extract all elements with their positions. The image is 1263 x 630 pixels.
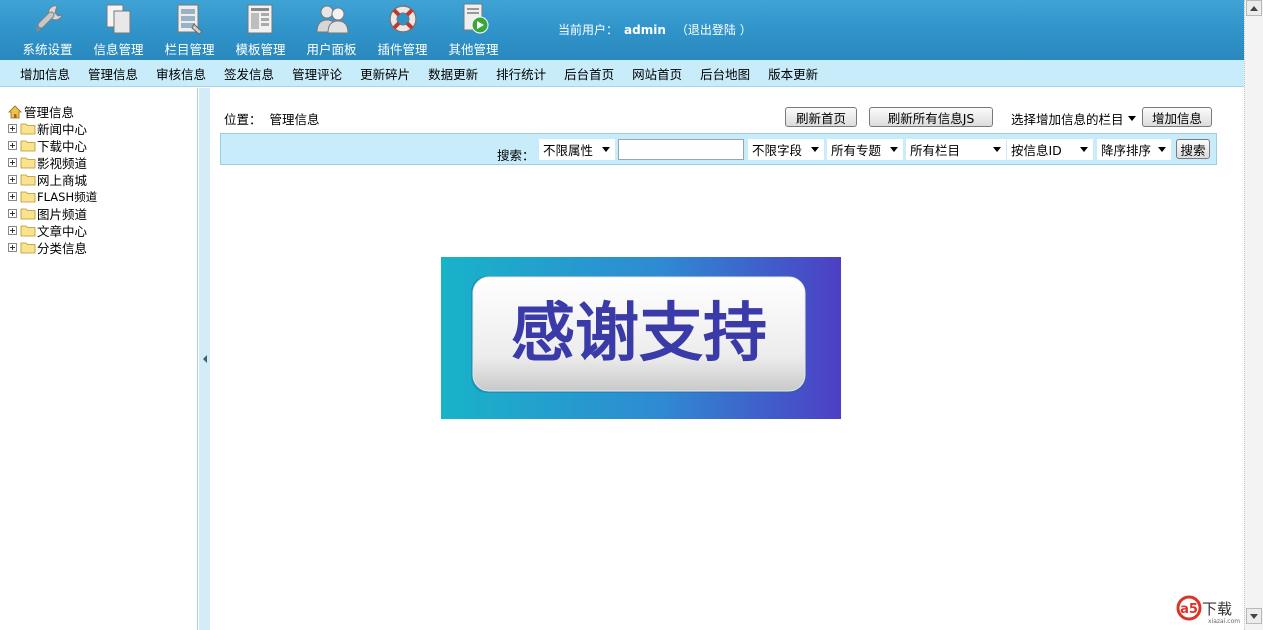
submenu-sign-info[interactable]: 签发信息 <box>224 64 274 83</box>
folder-icon <box>20 140 36 152</box>
documents-icon <box>106 4 130 34</box>
logo-url: xiazai.com <box>1208 618 1240 625</box>
field-select[interactable]: 不限字段 <box>748 139 824 160</box>
users-icon <box>315 5 349 34</box>
scroll-up-button[interactable] <box>1246 0 1262 16</box>
submenu-admin-home[interactable]: 后台首页 <box>564 64 614 83</box>
submenu-review-info[interactable]: 审核信息 <box>156 64 206 83</box>
submenu-site-home[interactable]: 网站首页 <box>632 64 682 83</box>
play-document-icon <box>463 3 488 34</box>
order-by-select[interactable]: 按信息ID <box>1007 139 1093 160</box>
search-bar: 搜索： 不限属性 不限字段 所有专题 所有栏目 按信息ID 降序排序 搜索 <box>220 133 1217 165</box>
submenu-version-update[interactable]: 版本更新 <box>768 64 818 83</box>
tree-node[interactable]: 新闻中心 <box>8 120 97 137</box>
folder-icon <box>20 157 36 169</box>
tree-node[interactable]: 图片频道 <box>8 205 97 222</box>
nav-template-management[interactable]: 模板管理 <box>225 0 296 60</box>
thanks-banner: 感谢支持 <box>441 257 841 419</box>
search-label: 搜索： <box>497 148 535 163</box>
submenu-data-update[interactable]: 数据更新 <box>428 64 478 83</box>
submenu-update-fragments[interactable]: 更新碎片 <box>360 64 410 83</box>
banner-text: 感谢支持 <box>511 297 767 371</box>
expand-icon[interactable] <box>8 226 17 235</box>
submenu-manage-info[interactable]: 管理信息 <box>88 64 138 83</box>
nav-info-management[interactable]: 信息管理 <box>83 0 154 60</box>
nav-user-panel[interactable]: 用户面板 <box>296 0 367 60</box>
column-tree: 管理信息 新闻中心 下载中心 影视频道 网上商城 FLASH频道 图片频道 文章… <box>8 103 97 256</box>
add-info-button[interactable]: 增加信息 <box>1142 107 1212 127</box>
top-nav: 系统设置 信息管理 栏目管理 模板管理 用户面板 插件管理 其他管理 <box>12 0 509 60</box>
submenu-admin-map[interactable]: 后台地图 <box>700 64 750 83</box>
left-tree-pane: 管理信息 新闻中心 下载中心 影视频道 网上商城 FLASH频道 图片频道 文章… <box>0 88 198 630</box>
select-column-dropdown[interactable]: 选择增加信息的栏目 <box>1007 108 1141 128</box>
collapse-arrow-icon <box>202 355 207 363</box>
refresh-all-js-button[interactable]: 刷新所有信息JS <box>869 107 993 127</box>
expand-icon[interactable] <box>8 175 17 184</box>
logout-link[interactable]: （退出登陆 ） <box>676 23 752 37</box>
vertical-scrollbar[interactable] <box>1244 0 1263 630</box>
folder-icon <box>20 191 36 203</box>
nav-other-management[interactable]: 其他管理 <box>438 0 509 60</box>
topic-select[interactable]: 所有专题 <box>827 139 903 160</box>
arrow-up-icon <box>1250 5 1258 11</box>
expand-icon[interactable] <box>8 209 17 218</box>
attribute-select[interactable]: 不限属性 <box>539 139 615 160</box>
expand-icon[interactable] <box>8 124 17 133</box>
column-icon <box>177 4 203 35</box>
logo-brand: a5 <box>1180 602 1198 617</box>
folder-icon <box>20 123 36 135</box>
template-icon <box>247 4 272 34</box>
username: admin <box>624 23 666 37</box>
tree-node[interactable]: 下载中心 <box>8 137 97 154</box>
sub-menu: 增加信息 管理信息 审核信息 签发信息 管理评论 更新碎片 数据更新 排行统计 … <box>0 60 1244 87</box>
nav-system-settings[interactable]: 系统设置 <box>12 0 83 60</box>
nav-plugin-management[interactable]: 插件管理 <box>367 0 438 60</box>
expand-icon[interactable] <box>8 243 17 252</box>
order-select[interactable]: 降序排序 <box>1097 139 1171 160</box>
main-content: 位置： 管理信息 刷新首页 刷新所有信息JS 选择增加信息的栏目 增加信息 搜索：… <box>210 88 1244 630</box>
folder-icon <box>20 225 36 237</box>
logo-text: 下载 <box>1202 600 1232 618</box>
tree-node[interactable]: 文章中心 <box>8 222 97 239</box>
nav-column-management[interactable]: 栏目管理 <box>154 0 225 60</box>
expand-icon[interactable] <box>8 192 17 201</box>
refresh-home-button[interactable]: 刷新首页 <box>785 107 857 127</box>
submenu-add-info[interactable]: 增加信息 <box>20 64 70 83</box>
submenu-manage-comments[interactable]: 管理评论 <box>292 64 342 83</box>
a5-watermark-logo: a5 下载 xiazai.com <box>1176 595 1240 625</box>
folder-icon <box>20 242 36 254</box>
folder-icon <box>20 208 36 220</box>
home-icon <box>8 104 22 118</box>
tree-node[interactable]: FLASH频道 <box>8 188 97 205</box>
tree-node[interactable]: 网上商城 <box>8 171 97 188</box>
search-button[interactable]: 搜索 <box>1176 139 1210 159</box>
expand-icon[interactable] <box>8 158 17 167</box>
collapse-splitter[interactable] <box>199 88 210 630</box>
top-header: 系统设置 信息管理 栏目管理 模板管理 用户面板 插件管理 其他管理 当前用户：… <box>0 0 1244 60</box>
breadcrumb: 位置： 管理信息 <box>224 112 320 127</box>
tree-node[interactable]: 分类信息 <box>8 239 97 256</box>
wrench-icon <box>35 5 63 31</box>
submenu-ranking-stats[interactable]: 排行统计 <box>496 64 546 83</box>
expand-icon[interactable] <box>8 141 17 150</box>
current-user-info: 当前用户： admin （退出登陆 ） <box>558 23 752 37</box>
tree-root[interactable]: 管理信息 <box>8 103 97 120</box>
keyword-input[interactable] <box>618 139 744 160</box>
tree-node[interactable]: 影视频道 <box>8 154 97 171</box>
column-select[interactable]: 所有栏目 <box>906 139 1006 160</box>
lifebuoy-icon <box>388 5 417 33</box>
folder-icon <box>20 174 36 186</box>
